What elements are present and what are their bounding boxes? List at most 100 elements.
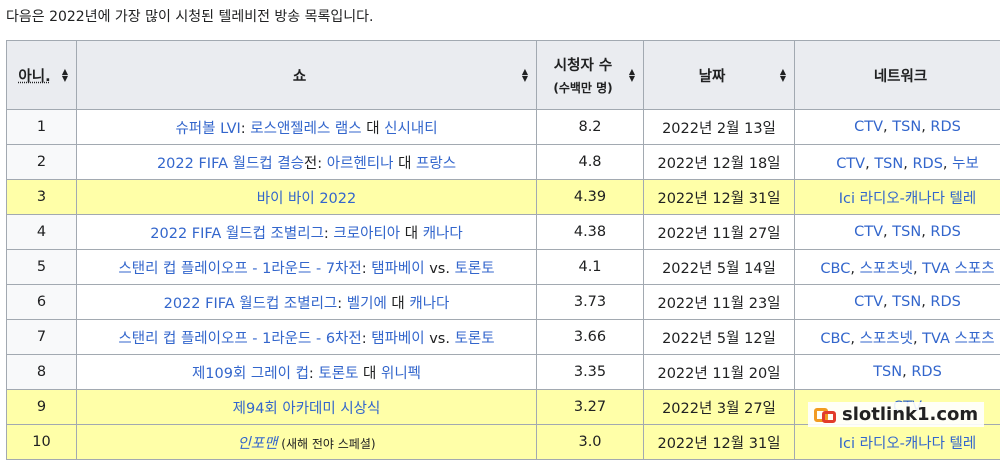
network-link[interactable]: CTV <box>854 119 883 135</box>
cell-show: 슈퍼볼 LVI: 로스앤젤레스 램스 대 신시내티 <box>77 110 537 145</box>
show-link[interactable]: 토론토 <box>455 261 495 277</box>
network-link[interactable]: TSN <box>892 119 921 135</box>
show-link[interactable]: 스탠리 컵 플레이오프 - 1라운드 - 6차전 <box>118 331 361 347</box>
show-link[interactable]: 벨기에 <box>347 296 387 312</box>
network-link[interactable]: RDS <box>930 224 960 240</box>
network-link[interactable]: RDS <box>930 294 960 310</box>
header-no-label: 아니. <box>18 69 50 85</box>
network-link[interactable]: CBC <box>820 331 850 347</box>
table-row: 3바이 바이 20224.392022년 12월 31일Ici 라디오-캐나다 … <box>7 180 1000 215</box>
show-link[interactable]: 바이 바이 2022 <box>257 191 356 207</box>
sort-icon: ▲▼ <box>62 68 68 82</box>
network-link[interactable]: TSN <box>873 364 902 380</box>
sort-icon: ▲▼ <box>522 68 528 82</box>
network-link[interactable]: CTV <box>836 156 865 172</box>
show-link[interactable]: 슈퍼볼 LVI <box>175 121 240 137</box>
cell-show: 제109회 그레이 컵: 토론토 대 위니펙 <box>77 355 537 390</box>
show-text: 대 <box>362 121 385 137</box>
show-text: 대 <box>358 366 381 382</box>
cell-viewers: 4.39 <box>537 180 644 215</box>
table-header-row: 아니. ▲▼ 쇼 ▲▼ 시청자 수 (수백만 명) ▲▼ 날짜 ▲▼ 네트워크 … <box>7 41 1000 110</box>
show-link[interactable]: 제94회 아카데미 시상식 <box>233 401 381 417</box>
network-link[interactable]: RDS <box>911 364 941 380</box>
network-link[interactable]: TSN <box>892 294 921 310</box>
show-link[interactable]: 아르헨티나 <box>327 156 394 172</box>
show-link[interactable]: 2022 FIFA 월드컵 조별리그 <box>150 226 324 242</box>
sort-icon: ▲▼ <box>780 68 786 82</box>
table-row: 7스탠리 컵 플레이오프 - 1라운드 - 6차전: 탬파베이 vs. 토론토3… <box>7 320 1000 355</box>
show-link[interactable]: 2022 FIFA 월드컵 조별리그 <box>164 296 338 312</box>
watermark-text: slotlink1.com <box>842 404 978 425</box>
cell-show: 스탠리 컵 플레이오프 - 1라운드 - 7차전: 탬파베이 vs. 토론토 <box>77 250 537 285</box>
show-link[interactable]: 토론토 <box>318 366 358 382</box>
show-link[interactable]: 탬파베이 <box>371 331 424 347</box>
network-separator: , <box>913 331 922 347</box>
show-link[interactable]: 캐나다 <box>409 296 449 312</box>
network-link[interactable]: Ici 라디오-캐나다 텔레 <box>839 436 976 452</box>
show-link[interactable]: 캐나다 <box>423 226 463 242</box>
show-text: 대 <box>387 296 410 312</box>
cell-no: 3 <box>7 180 77 215</box>
show-text: : <box>241 121 251 137</box>
cell-network: CBC, 스포츠넷, TVA 스포츠 <box>795 250 1000 285</box>
header-viewers[interactable]: 시청자 수 (수백만 명) ▲▼ <box>537 41 644 110</box>
show-link[interactable]: 제109회 그레이 컵 <box>192 366 309 382</box>
show-link[interactable]: 스탠리 컵 플레이오프 - 1라운드 - 7차전 <box>118 261 361 277</box>
network-separator: , <box>883 294 892 310</box>
show-link[interactable]: 탬파베이 <box>371 261 424 277</box>
show-link[interactable]: 프랑스 <box>416 156 456 172</box>
cell-network: CTV, TSN, RDS, 누보 <box>795 145 1000 180</box>
show-text: : <box>362 331 372 347</box>
header-network-label: 네트워크 <box>874 69 927 85</box>
cell-no: 7 <box>7 320 77 355</box>
show-link[interactable]: 토론토 <box>455 331 495 347</box>
header-date[interactable]: 날짜 ▲▼ <box>644 41 795 110</box>
show-link[interactable]: 인포맨 <box>237 436 277 452</box>
show-text: 전: <box>304 156 327 172</box>
network-separator: , <box>883 224 892 240</box>
cell-viewers: 8.2 <box>537 110 644 145</box>
show-link[interactable]: 크로아티아 <box>333 226 400 242</box>
show-text: vs. <box>425 261 455 277</box>
network-separator: , <box>943 156 952 172</box>
network-link[interactable]: TVA 스포츠 <box>922 261 994 277</box>
show-link[interactable]: 위니펙 <box>381 366 421 382</box>
cell-date: 2022년 11월 27일 <box>644 215 795 250</box>
cell-network: Ici 라디오-캐나다 텔레 <box>795 425 1000 460</box>
network-separator: , <box>913 261 922 277</box>
header-show[interactable]: 쇼 ▲▼ <box>77 41 537 110</box>
cell-show: 스탠리 컵 플레이오프 - 1라운드 - 6차전: 탬파베이 vs. 토론토 <box>77 320 537 355</box>
network-link[interactable]: CBC <box>820 261 850 277</box>
cell-date: 2022년 5월 12일 <box>644 320 795 355</box>
show-link[interactable]: 2022 FIFA 월드컵 결승 <box>157 156 304 172</box>
network-link[interactable]: 스포츠넷 <box>860 261 913 277</box>
header-no[interactable]: 아니. ▲▼ <box>7 41 77 110</box>
network-separator: , <box>850 331 859 347</box>
network-link[interactable]: RDS <box>930 119 960 135</box>
network-link[interactable]: 누보 <box>952 156 979 172</box>
cell-network: TSN, RDS <box>795 355 1000 390</box>
network-link[interactable]: TVA 스포츠 <box>922 331 994 347</box>
cell-network: Ici 라디오-캐나다 텔레 <box>795 180 1000 215</box>
network-link[interactable]: TSN <box>892 224 921 240</box>
network-link[interactable]: RDS <box>912 156 942 172</box>
show-link[interactable]: 로스앤젤레스 램스 <box>250 121 361 137</box>
table-row: 10인포맨 (새해 전야 스페셜)3.02022년 12월 31일Ici 라디오… <box>7 425 1000 460</box>
cell-viewers: 3.35 <box>537 355 644 390</box>
network-link[interactable]: 스포츠넷 <box>860 331 913 347</box>
cell-no: 1 <box>7 110 77 145</box>
cell-no: 9 <box>7 390 77 425</box>
show-link[interactable]: 신시내티 <box>384 121 437 137</box>
cell-date: 2022년 2월 13일 <box>644 110 795 145</box>
sort-icon: ▲▼ <box>629 68 635 82</box>
network-link[interactable]: CTV <box>854 224 883 240</box>
show-text: 대 <box>393 156 416 172</box>
table-row: 1슈퍼볼 LVI: 로스앤젤레스 램스 대 신시내티8.22022년 2월 13… <box>7 110 1000 145</box>
header-date-label: 날짜 <box>699 69 726 85</box>
cell-viewers: 4.8 <box>537 145 644 180</box>
cell-show: 인포맨 (새해 전야 스페셜) <box>77 425 537 460</box>
header-network[interactable]: 네트워크 ▲▼ <box>795 41 1000 110</box>
network-link[interactable]: Ici 라디오-캐나다 텔레 <box>839 191 976 207</box>
network-link[interactable]: CTV <box>854 294 883 310</box>
network-link[interactable]: TSN <box>874 156 903 172</box>
